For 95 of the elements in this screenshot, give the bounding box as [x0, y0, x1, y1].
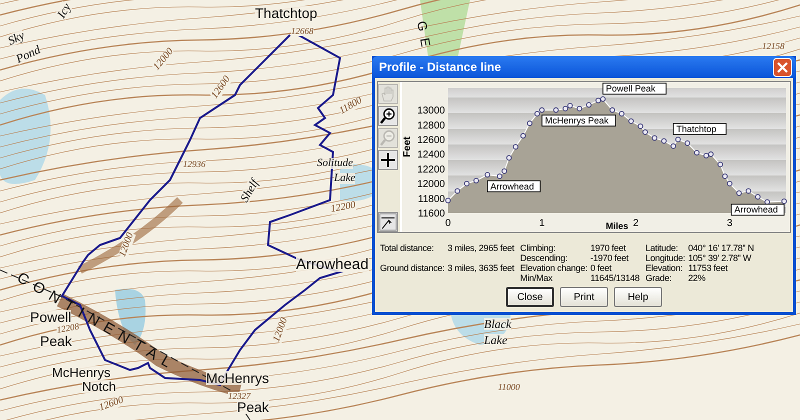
- annotation: Powell Peak: [606, 84, 656, 94]
- map-label: Arrowhead: [296, 257, 369, 272]
- data-point: [746, 188, 752, 194]
- data-point: [726, 180, 732, 186]
- axis-tick-label: 12800: [417, 120, 445, 132]
- data-point: [512, 144, 518, 150]
- profile-tool-icon[interactable]: [378, 212, 398, 232]
- map-label: 12668: [291, 27, 314, 36]
- stat-label: Latitude:: [646, 243, 679, 253]
- stat-value: 105° 39' 2.78'' W: [688, 253, 752, 263]
- point-label: McHenrys Peak: [542, 114, 616, 126]
- data-point: [484, 172, 490, 178]
- data-point: [618, 110, 624, 116]
- data-point: [764, 199, 770, 205]
- map-label: 11000: [498, 383, 520, 392]
- data-point: [718, 162, 724, 168]
- axis-title: Miles: [606, 221, 628, 230]
- axis-tick-label: 12400: [417, 150, 445, 161]
- stat-label: Longitude:: [646, 253, 686, 263]
- axis-title: Feet: [402, 136, 413, 158]
- dialog-button[interactable]: Print: [560, 287, 608, 307]
- map-label: 12327: [228, 392, 250, 401]
- axis-tick-label: 11800: [418, 194, 445, 205]
- data-point: [586, 102, 592, 108]
- map-label: Lake: [484, 334, 508, 346]
- stat-label: Climbing:: [520, 243, 556, 253]
- data-point: [736, 190, 742, 196]
- stat-label: Min/Max: [520, 273, 554, 283]
- stat-value: 1970 feet: [590, 243, 627, 253]
- data-point: [445, 198, 451, 204]
- map-label: McHenrys: [52, 366, 111, 379]
- stat-value: 11753 feet: [688, 263, 729, 273]
- axis-tick-label: 12000: [417, 179, 445, 190]
- axis-tick-label: 12600: [417, 134, 445, 146]
- data-point: [684, 140, 690, 146]
- axis-tick-label: 12200: [417, 164, 445, 176]
- stat-label: Ground distance:: [380, 263, 445, 273]
- crosshair-tool-icon[interactable]: [378, 150, 398, 170]
- map-label: Notch: [82, 380, 116, 393]
- data-point: [454, 188, 460, 194]
- data-point: [755, 194, 761, 200]
- axis-tick-label: 1: [539, 218, 545, 229]
- axis-tick-label: 11600: [418, 208, 445, 220]
- axis-tick-label: 0: [445, 218, 451, 229]
- data-point: [781, 198, 787, 204]
- stat-value: 3 miles, 3635 feet: [448, 263, 514, 273]
- stat-value: 0 feet: [590, 263, 612, 273]
- data-point: [610, 107, 616, 113]
- map-label: Lake: [334, 173, 356, 184]
- point-label: Arrowhead: [487, 180, 541, 192]
- stat-label: Total distance:: [380, 243, 435, 253]
- map-label: McHenrys: [206, 371, 270, 385]
- data-point: [473, 178, 479, 184]
- axis-tick-label: 13000: [417, 106, 445, 117]
- stat-value: -1970 feet: [590, 253, 630, 263]
- dialog-button[interactable]: Help: [614, 287, 662, 307]
- stat-value: 22%: [688, 273, 706, 283]
- dialog-button[interactable]: Close: [506, 287, 554, 307]
- window-title: Profile - Distance line: [379, 60, 502, 74]
- annotation: Arrowhead: [490, 181, 534, 192]
- axis-tick-label: 3: [726, 218, 732, 229]
- stat-label: Elevation:: [646, 263, 684, 273]
- data-point: [694, 150, 700, 156]
- data-point: [576, 106, 582, 112]
- point-label: Arrowhead: [730, 204, 785, 216]
- data-point: [553, 107, 559, 113]
- stat-value: 3 miles, 2965 feet: [448, 243, 514, 253]
- map-label: Thatchtop: [255, 6, 318, 20]
- map-label: Peak: [237, 400, 269, 414]
- map-label: 12158: [762, 42, 784, 51]
- map-label: GE: [415, 20, 434, 55]
- stat-value: 040° 16' 17.78'' N: [688, 243, 754, 253]
- point-label: Powell Peak: [602, 82, 667, 95]
- data-point: [506, 155, 512, 161]
- data-point: [652, 135, 658, 141]
- annotation: McHenrys Peak: [544, 116, 609, 126]
- point-label: Thatchtop: [672, 123, 727, 135]
- axis-tick-label: 2: [633, 218, 639, 229]
- data-point: [464, 180, 470, 186]
- zoom-in-tool-icon[interactable]: [378, 106, 398, 126]
- map-label: 12936: [183, 160, 206, 169]
- stat-label: Elevation change:: [520, 263, 588, 273]
- stat-label: Grade:: [646, 273, 673, 283]
- annotation: Thatchtop: [676, 124, 716, 134]
- annotation: Arrowhead: [734, 204, 778, 215]
- close-icon[interactable]: [773, 58, 792, 76]
- stat-value: 11645/13148: [590, 273, 640, 283]
- map-label: Solitude: [317, 158, 354, 169]
- data-point: [661, 138, 667, 144]
- stat-label: Descending:: [520, 253, 568, 263]
- data-point: [628, 118, 634, 124]
- data-point: [722, 173, 728, 179]
- data-point: [520, 133, 526, 139]
- data-point: [526, 120, 532, 126]
- map-label: Black: [484, 318, 512, 330]
